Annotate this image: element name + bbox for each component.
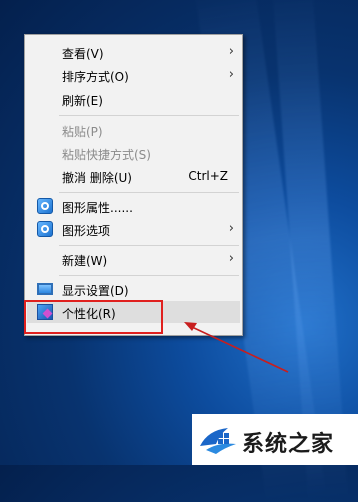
menu-item-undo-delete[interactable]: 撤消 删除(U) Ctrl+Z xyxy=(27,165,240,187)
menu-separator xyxy=(59,115,239,116)
menu-item-display-settings[interactable]: 显示设置(D) xyxy=(27,278,240,300)
chevron-right-icon: › xyxy=(228,44,234,59)
menu-item-paste[interactable]: 粘贴(P) xyxy=(27,119,240,141)
menu-item-label: 图形属性...... xyxy=(62,201,133,215)
menu-item-label: 图形选项 xyxy=(62,224,111,238)
menu-separator xyxy=(59,275,239,276)
menu-item-view[interactable]: 查看(V) › xyxy=(27,41,240,63)
menu-item-label: 粘贴快捷方式(S) xyxy=(62,148,151,162)
desktop-context-menu: 查看(V) › 排序方式(O) › 刷新(E) 粘贴(P) 粘贴快捷方式(S) … xyxy=(24,34,243,336)
menu-item-new[interactable]: 新建(W) › xyxy=(27,248,240,270)
watermark-logo: 系统之家 xyxy=(192,414,358,465)
menu-item-sort-by[interactable]: 排序方式(O) › xyxy=(27,64,240,86)
menu-item-graphics-properties[interactable]: 图形属性...... xyxy=(27,195,240,217)
menu-item-label: 刷新(E) xyxy=(62,94,103,108)
menu-item-label: 显示设置(D) xyxy=(62,284,129,298)
chevron-right-icon: › xyxy=(228,221,234,236)
watermark-text: 系统之家 xyxy=(242,432,335,457)
display-icon xyxy=(37,283,53,295)
logo-mark-icon xyxy=(200,428,236,454)
chevron-right-icon: › xyxy=(228,251,234,266)
menu-separator xyxy=(59,192,239,193)
graphics-icon xyxy=(37,221,53,237)
highlight-annotation-box xyxy=(24,300,163,334)
graphics-icon xyxy=(37,198,53,214)
menu-item-label: 查看(V) xyxy=(62,47,104,61)
chevron-right-icon: › xyxy=(228,67,234,82)
menu-item-refresh[interactable]: 刷新(E) xyxy=(27,88,240,110)
shortcut-label: Ctrl+Z xyxy=(188,169,228,183)
menu-item-label: 新建(W) xyxy=(62,254,108,268)
menu-item-label: 粘贴(P) xyxy=(62,125,103,139)
menu-item-label: 排序方式(O) xyxy=(62,70,129,84)
menu-separator xyxy=(59,245,239,246)
menu-item-label: 撤消 删除(U) xyxy=(62,171,132,185)
menu-item-graphics-options[interactable]: 图形选项 › xyxy=(27,218,240,240)
menu-item-paste-shortcut[interactable]: 粘贴快捷方式(S) xyxy=(27,142,240,164)
